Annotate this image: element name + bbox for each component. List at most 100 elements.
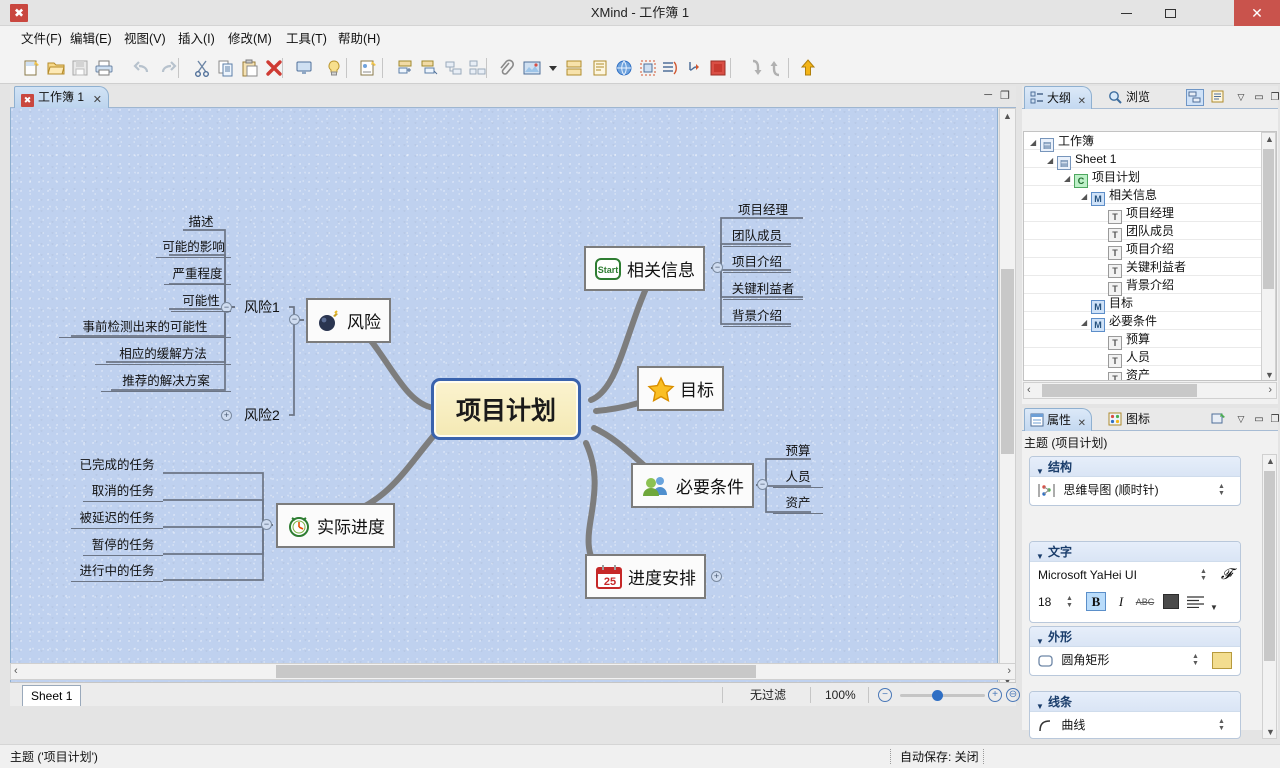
canvas-vscroll-thumb[interactable] xyxy=(1001,269,1014,454)
undo-icon[interactable] xyxy=(130,56,154,80)
tab-markers[interactable]: 图标 xyxy=(1104,408,1170,431)
leaf-progress-1[interactable]: 取消的任务 xyxy=(83,478,163,502)
import-icon[interactable] xyxy=(766,56,790,80)
zoom-level[interactable]: 100% xyxy=(825,683,856,707)
menu-help[interactable]: 帮助(H) xyxy=(331,26,387,52)
boundary-icon[interactable] xyxy=(562,56,586,80)
collapse-risk[interactable]: − xyxy=(289,314,300,325)
redo-icon[interactable] xyxy=(156,56,180,80)
menu-tools[interactable]: 工具(T) xyxy=(279,26,334,52)
editor-maximize-icon[interactable]: ❐ xyxy=(1000,89,1010,102)
shape-spinner[interactable]: ▲ ▼ xyxy=(1191,653,1200,667)
subtopic-risk1[interactable]: 风险1 xyxy=(236,294,288,320)
group-structure-header[interactable]: ▼ 结构 xyxy=(1030,457,1240,477)
insert-topic-icon[interactable] xyxy=(394,56,418,80)
notes-layout-icon[interactable] xyxy=(1210,89,1228,106)
leaf-progress-3[interactable]: 暂停的任务 xyxy=(83,532,163,556)
collapse-related-info[interactable]: − xyxy=(712,262,723,273)
main-topic-goal[interactable]: 目标 xyxy=(637,366,724,411)
leaf-prereq-1[interactable]: 人员 xyxy=(773,464,823,488)
line-spinner[interactable]: ▲ ▼ xyxy=(1217,718,1226,732)
collapse-schedule[interactable]: + xyxy=(711,571,722,582)
main-topic-related-info[interactable]: Start 相关信息 xyxy=(584,246,705,291)
scroll-left-icon[interactable]: ‹ xyxy=(14,664,18,679)
leaf-risk1-0[interactable]: 描述 xyxy=(171,208,231,232)
window-minimize-button[interactable] xyxy=(1104,0,1148,26)
italic-button[interactable]: I xyxy=(1112,592,1130,611)
outline-scroll-up-icon[interactable]: ▲ xyxy=(1265,134,1274,144)
outline-scroll-thumb[interactable] xyxy=(1263,149,1274,289)
shape-row[interactable]: 圆角矩形 ▲ ▼ xyxy=(1030,647,1240,673)
leaf-related-2[interactable]: 项目介绍 xyxy=(723,249,791,273)
outline-list-icon[interactable] xyxy=(658,56,682,80)
export-icon[interactable] xyxy=(742,56,766,80)
properties-view-menu-icon[interactable]: ▽ xyxy=(1232,411,1250,428)
leaf-risk1-6[interactable]: 推荐的解决方案 xyxy=(101,368,231,392)
structure-spinner[interactable]: ▲ ▼ xyxy=(1217,483,1226,497)
outline-hscroll-right-icon[interactable]: › xyxy=(1268,383,1272,398)
outline-row-9[interactable]: M 目标 xyxy=(1024,294,1276,314)
outline-row-13[interactable]: T 资产 xyxy=(1024,366,1276,380)
leaf-risk1-5[interactable]: 相应的缓解方法 xyxy=(95,341,231,365)
main-topic-actual-progress[interactable]: 实际进度 xyxy=(276,503,395,548)
group-shape-header[interactable]: ▼ 外形 xyxy=(1030,627,1240,647)
outline-maximize-icon[interactable]: ❐ xyxy=(1266,89,1280,106)
align-dropdown-icon[interactable]: ▼ xyxy=(1210,594,1218,622)
menu-view[interactable]: 视图(V) xyxy=(117,26,173,52)
menu-edit[interactable]: 编辑(E) xyxy=(63,26,119,52)
attachment-icon[interactable] xyxy=(494,56,518,80)
presentation-icon[interactable] xyxy=(292,56,316,80)
scroll-up-icon[interactable]: ▲ xyxy=(1000,109,1015,124)
group-line-header[interactable]: ▼ 线条 xyxy=(1030,692,1240,712)
tab-properties[interactable]: 属性 ✕ xyxy=(1024,408,1093,431)
editor-minimize-icon[interactable]: ─ xyxy=(984,89,992,101)
outline-row-10[interactable]: ◢ M 必要条件 xyxy=(1024,312,1276,332)
menu-insert[interactable]: 插入(I) xyxy=(171,26,222,52)
editor-tab-workbook[interactable]: ✖ 工作簿 1 ✕ xyxy=(14,86,110,108)
font-effects-icon[interactable]: 𝓕 xyxy=(1221,562,1232,588)
outline-row-12[interactable]: T 人员 xyxy=(1024,348,1276,368)
outline-view-menu-icon[interactable]: ▽ xyxy=(1232,89,1250,106)
outline-row-7[interactable]: T 关键利益者 xyxy=(1024,258,1276,278)
collapse-risk2[interactable]: + xyxy=(221,410,232,421)
canvas-vertical-scrollbar[interactable]: ▲ ▼ xyxy=(999,108,1016,690)
font-family-spinner[interactable]: ▲ ▼ xyxy=(1199,568,1208,582)
print-icon[interactable] xyxy=(92,56,116,80)
properties-scroll-up-icon[interactable]: ▲ xyxy=(1266,456,1275,466)
outline-horizontal-scrollbar[interactable]: ‹ › xyxy=(1023,382,1277,399)
outline-row-2[interactable]: ◢ C 项目计划 xyxy=(1024,168,1276,188)
main-topic-prerequisite[interactable]: 必要条件 xyxy=(631,463,754,508)
group-text-header[interactable]: ▼ 文字 xyxy=(1030,542,1240,562)
leaf-progress-2[interactable]: 被延迟的任务 xyxy=(71,505,163,529)
stop-icon[interactable] xyxy=(706,56,730,80)
filter-status[interactable]: 无过滤 xyxy=(750,683,786,707)
hyperlink-icon[interactable] xyxy=(612,56,636,80)
text-color-swatch[interactable] xyxy=(1163,594,1179,609)
outline-row-1[interactable]: ◢ ▤ Sheet 1 xyxy=(1024,150,1276,170)
outline-row-6[interactable]: T 项目介绍 xyxy=(1024,240,1276,260)
scroll-right-icon[interactable]: › xyxy=(1007,664,1011,679)
properties-maximize-icon[interactable]: ❐ xyxy=(1266,411,1280,428)
main-topic-risk[interactable]: 风险 xyxy=(306,298,391,343)
leaf-prereq-0[interactable]: 预算 xyxy=(773,437,823,461)
leaf-risk1-3[interactable]: 可能性 xyxy=(171,288,231,312)
zoom-slider-knob[interactable] xyxy=(932,690,943,701)
sheet-tab[interactable]: Sheet 1 xyxy=(22,685,82,706)
window-maximize-button[interactable] xyxy=(1148,0,1192,26)
outline-layout-icon[interactable] xyxy=(1186,89,1204,106)
tab-browse[interactable]: 浏览 xyxy=(1104,86,1170,109)
zoom-fit-button[interactable]: ⊖ xyxy=(1006,688,1020,702)
window-close-button[interactable]: ✕ xyxy=(1234,0,1280,26)
tab-outline[interactable]: 大纲 ✕ xyxy=(1024,86,1093,109)
share-arrow-icon[interactable] xyxy=(796,56,820,80)
properties-scrollbar[interactable]: ▲ ▼ xyxy=(1262,454,1277,739)
font-family-row[interactable]: Microsoft YaHei UI ▲ ▼ 𝓕 xyxy=(1030,562,1240,588)
leaf-related-3[interactable]: 关键利益者 xyxy=(723,276,803,300)
note-icon[interactable] xyxy=(588,56,612,80)
central-topic[interactable]: 项目计划 xyxy=(431,378,581,440)
leaf-prereq-2[interactable]: 资产 xyxy=(773,490,823,514)
line-row[interactable]: 曲线 ▲ ▼ xyxy=(1030,712,1240,738)
insert-subtopic-icon[interactable] xyxy=(418,56,442,80)
menu-modify[interactable]: 修改(M) xyxy=(221,26,279,52)
tab-outline-close-icon[interactable]: ✕ xyxy=(1078,91,1086,113)
